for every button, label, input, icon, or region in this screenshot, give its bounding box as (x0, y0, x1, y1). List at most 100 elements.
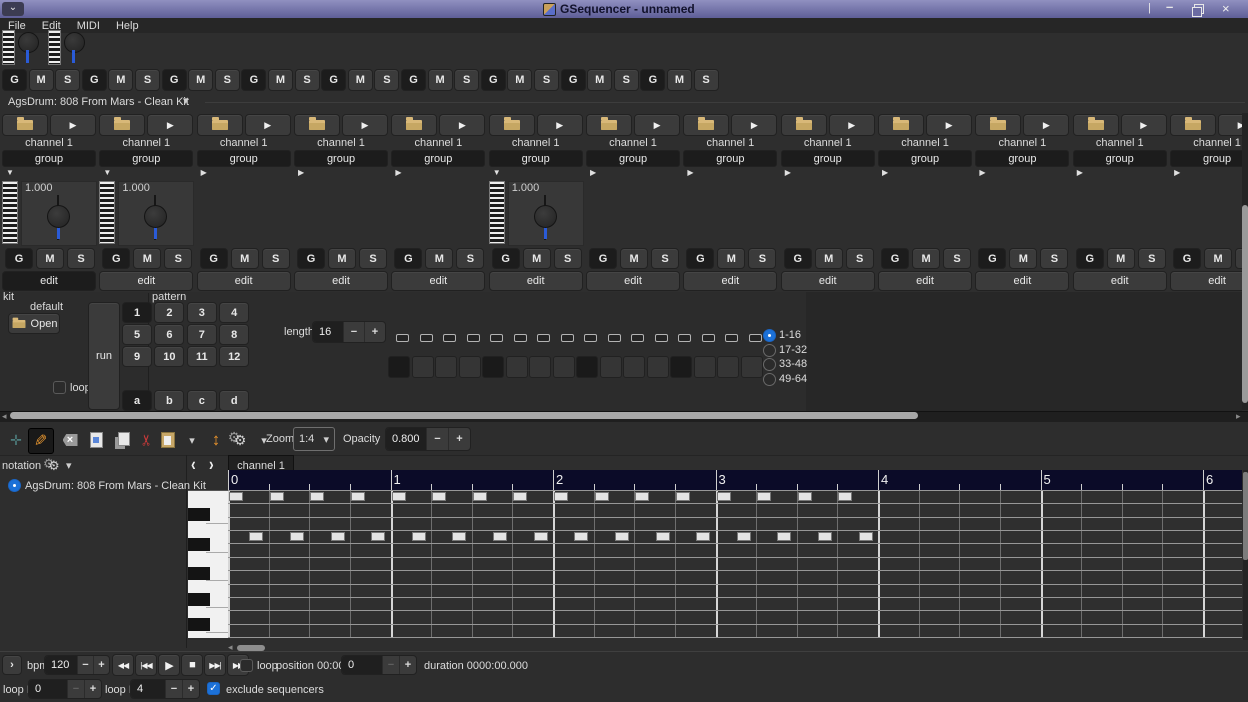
channel-gms-m-button[interactable]: M (717, 248, 745, 269)
output-gms-m-button[interactable]: M (268, 69, 293, 91)
channel-group-button[interactable]: group (781, 150, 875, 167)
channel-gms-m-button[interactable]: M (912, 248, 940, 269)
copy-icon[interactable] (110, 428, 134, 452)
bank-button-9[interactable]: 9 (122, 346, 152, 367)
loop-r-minus-button[interactable]: − (165, 680, 182, 698)
channel-expander-icon[interactable]: ▶ (882, 168, 888, 177)
output-gms-g-button[interactable]: G (481, 69, 506, 91)
notation-machine-radio[interactable] (8, 479, 21, 492)
pattern-pad-1[interactable] (388, 356, 410, 378)
bank-button-10[interactable]: 10 (154, 346, 184, 367)
opacity-minus-button[interactable]: − (426, 428, 448, 450)
channel-group-button[interactable]: group (294, 150, 388, 167)
channel-gms-s-button[interactable]: S (262, 248, 290, 269)
output-gms-m-button[interactable]: M (108, 69, 133, 91)
channel-open-button[interactable] (781, 114, 827, 136)
channel-gms-m-button[interactable]: M (231, 248, 259, 269)
note-cell[interactable] (798, 492, 812, 501)
channel-group-button[interactable]: group (99, 150, 193, 167)
channel-gms-s-button[interactable]: S (67, 248, 95, 269)
channel-volume-knob[interactable] (47, 205, 70, 228)
window-menu-button[interactable]: ⌄ (2, 2, 24, 16)
notation-grid[interactable] (228, 490, 1242, 637)
channel-expander-icon[interactable]: ▶ (201, 168, 207, 177)
bank-button-3[interactable]: 3 (187, 302, 217, 323)
channel-gms-m-button[interactable]: M (620, 248, 648, 269)
channel-group-button[interactable]: group (683, 150, 777, 167)
channel-gms-g-button[interactable]: G (5, 248, 33, 269)
pattern-pad-5[interactable] (482, 356, 504, 378)
channel-expander-icon[interactable]: ▼ (493, 168, 501, 177)
offset-radio-17-32[interactable] (763, 344, 776, 357)
output-gms-g-button[interactable]: G (162, 69, 187, 91)
output-gms-m-button[interactable]: M (587, 69, 612, 91)
output-gms-g-button[interactable]: G (401, 69, 426, 91)
channel-play-button[interactable]: ▶ (1023, 114, 1069, 136)
piano-black-key[interactable] (188, 618, 210, 631)
output-gms-s-button[interactable]: S (215, 69, 240, 91)
channel-open-button[interactable] (99, 114, 145, 136)
open-button[interactable]: Open (8, 313, 60, 334)
note-cell[interactable] (757, 492, 771, 501)
channel-gms-m-button[interactable]: M (523, 248, 551, 269)
machine-selector-arrow-icon[interactable]: ▾ (183, 94, 189, 107)
channel-gms-g-button[interactable]: G (784, 248, 812, 269)
tools-icon[interactable]: ⚙ (228, 428, 252, 452)
offset-radio-1-16[interactable] (763, 329, 776, 342)
bank-letter-button-d[interactable]: d (219, 390, 249, 411)
output-gms-s-button[interactable]: S (694, 69, 719, 91)
minimize-button[interactable]: – (1166, 0, 1173, 14)
output-gms-s-button[interactable]: S (614, 69, 639, 91)
channel-open-button[interactable] (197, 114, 243, 136)
invert-icon[interactable]: ↕ (204, 428, 228, 452)
pattern-pad-12[interactable] (647, 356, 669, 378)
channel-gms-m-button[interactable]: M (133, 248, 161, 269)
output-gms-m-button[interactable]: M (188, 69, 213, 91)
note-cell[interactable] (696, 532, 710, 541)
run-button[interactable]: run (88, 302, 120, 410)
output-gms-m-button[interactable]: M (348, 69, 373, 91)
output-gms-g-button[interactable]: G (561, 69, 586, 91)
note-cell[interactable] (249, 532, 263, 541)
note-cell[interactable] (513, 492, 527, 501)
pattern-pad-4[interactable] (459, 356, 481, 378)
channel-group-button[interactable]: group (975, 150, 1069, 167)
channel-group-button[interactable]: group (1073, 150, 1167, 167)
bank-button-8[interactable]: 8 (219, 324, 249, 345)
channel-expander-icon[interactable]: ▶ (1174, 168, 1180, 177)
bpm-spin[interactable]: 120−+ (44, 655, 110, 675)
pad-edit-button[interactable]: edit (1170, 271, 1248, 291)
next-button[interactable]: ▶▶| (204, 654, 226, 676)
channel-open-button[interactable] (878, 114, 924, 136)
output-gms-s-button[interactable]: S (135, 69, 160, 91)
opacity-plus-button[interactable]: + (448, 428, 470, 450)
pattern-pad-9[interactable] (576, 356, 598, 378)
output-gms-m-button[interactable]: M (29, 69, 54, 91)
pattern-pad-7[interactable] (529, 356, 551, 378)
pad-edit-button[interactable]: edit (975, 271, 1069, 291)
pad-edit-button[interactable]: edit (2, 271, 96, 291)
bpm-plus-button[interactable]: + (93, 656, 109, 674)
pad-edit-button[interactable]: edit (683, 271, 777, 291)
channel-group-button[interactable]: group (391, 150, 485, 167)
pattern-pad-6[interactable] (506, 356, 528, 378)
channel-group-button[interactable]: group (586, 150, 680, 167)
note-cell[interactable] (270, 492, 284, 501)
output-gms-s-button[interactable]: S (55, 69, 80, 91)
channel-expander-icon[interactable]: ▶ (298, 168, 304, 177)
pad-edit-button[interactable]: edit (197, 271, 291, 291)
paste-menu-icon[interactable]: ▾ (180, 428, 204, 452)
piano-black-key[interactable] (188, 508, 210, 521)
channel-group-button[interactable]: group (1170, 150, 1248, 167)
pattern-pad-8[interactable] (553, 356, 575, 378)
bank-button-6[interactable]: 6 (154, 324, 184, 345)
channel-play-button[interactable]: ▶ (245, 114, 291, 136)
output-gms-m-button[interactable]: M (428, 69, 453, 91)
length-spin[interactable]: 16−+ (312, 321, 386, 343)
note-cell[interactable] (534, 532, 548, 541)
paste-icon[interactable] (156, 428, 180, 452)
channel-open-button[interactable] (586, 114, 632, 136)
tab-next-button[interactable]: › (209, 454, 214, 475)
pattern-pad-15[interactable] (717, 356, 739, 378)
channel-gms-g-button[interactable]: G (589, 248, 617, 269)
